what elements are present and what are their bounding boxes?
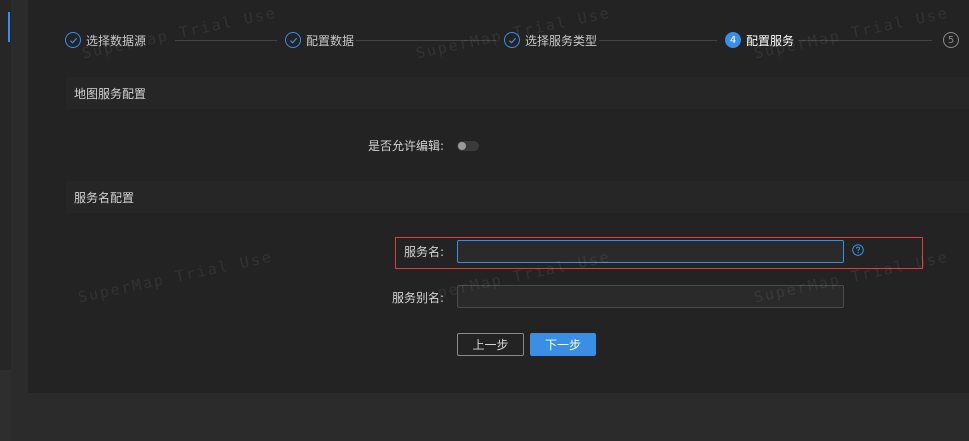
prev-step-button[interactable]: 上一步 [457, 333, 524, 356]
step-select-datasource[interactable]: 选择数据源 [65, 31, 146, 49]
step-number-badge: 5 [943, 32, 959, 48]
check-icon [285, 32, 301, 48]
section-title: 服务名配置 [74, 190, 135, 205]
step-label: 选择服务类型 [525, 33, 598, 48]
step-connector [599, 40, 717, 41]
section-header-map-service: 地图服务配置 [66, 77, 969, 109]
check-icon [504, 32, 520, 48]
section-header-service-name: 服务名配置 [66, 181, 969, 213]
step-connector [798, 40, 932, 41]
help-icon[interactable] [852, 244, 864, 256]
config-panel: 选择数据源 配置数据 选择服务类型 4 配置服务 5 地图服务配置 是否允许编辑… [28, 0, 969, 393]
check-icon [65, 32, 81, 48]
service-alias-label: 服务别名: [391, 291, 444, 305]
next-step-button[interactable]: 下一步 [530, 333, 596, 356]
toggle-knob [458, 142, 466, 150]
service-name-label: 服务名: [403, 245, 444, 259]
step-label: 配置服务 [746, 33, 795, 48]
section-title: 地图服务配置 [74, 86, 147, 101]
service-name-input[interactable] [457, 240, 844, 263]
left-sidebar-strip [0, 0, 11, 441]
step-connector [356, 40, 496, 41]
allow-edit-toggle[interactable] [457, 141, 479, 151]
step-configure-service[interactable]: 4 配置服务 [725, 31, 794, 49]
app-root: 选择数据源 配置数据 选择服务类型 4 配置服务 5 地图服务配置 是否允许编辑… [0, 0, 969, 441]
wizard-steps: 选择数据源 配置数据 选择服务类型 4 配置服务 5 [28, 0, 969, 80]
step-connector [175, 40, 277, 41]
sidebar-active-indicator [8, 12, 10, 42]
sidebar-lower-block [0, 370, 11, 441]
step-label: 选择数据源 [86, 33, 147, 48]
step-finish[interactable]: 5 [943, 31, 964, 49]
step-number-badge: 4 [725, 32, 741, 48]
step-select-service-type[interactable]: 选择服务类型 [504, 31, 597, 49]
step-label: 配置数据 [306, 33, 355, 48]
service-alias-input[interactable] [457, 285, 844, 308]
step-configure-data[interactable]: 配置数据 [285, 31, 354, 49]
allow-edit-label: 是否允许编辑: [367, 139, 444, 153]
